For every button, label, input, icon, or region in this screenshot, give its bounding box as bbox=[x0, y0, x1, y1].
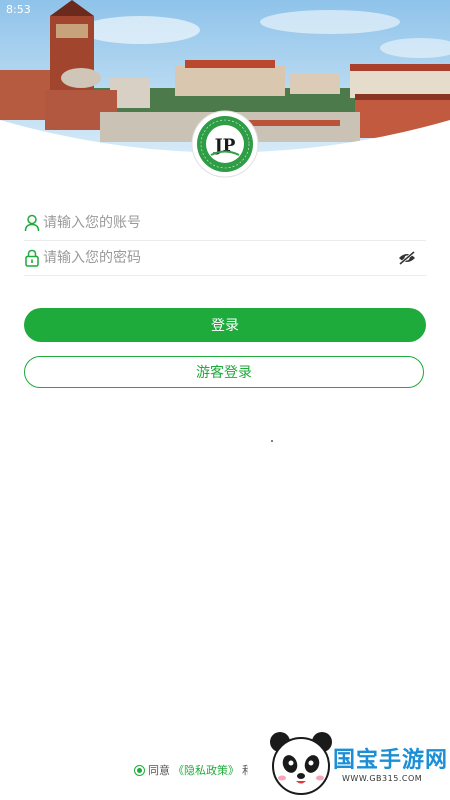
agree-prefix: 同意 bbox=[148, 764, 170, 777]
username-field bbox=[24, 206, 426, 241]
user-icon bbox=[24, 214, 40, 232]
panda-icon bbox=[270, 732, 332, 795]
login-button[interactable]: 登录 bbox=[24, 308, 426, 342]
agree-radio[interactable] bbox=[134, 764, 145, 776]
agreement-row: 同意 《隐私政策》 和 bbox=[134, 762, 253, 778]
watermark-subtitle: WWW.GB315.COM bbox=[342, 774, 423, 783]
password-field bbox=[24, 241, 426, 276]
eye-off-icon[interactable] bbox=[398, 250, 416, 266]
privacy-policy-link[interactable]: 《隐私政策》 bbox=[173, 762, 239, 778]
lock-icon bbox=[24, 249, 40, 267]
guest-login-button[interactable]: 游客登录 bbox=[24, 356, 424, 388]
watermark-title: 国宝手游网 bbox=[333, 748, 449, 773]
school-logo: JP bbox=[191, 110, 259, 178]
status-time: 8:53 bbox=[6, 3, 31, 16]
decorative-dot bbox=[271, 440, 273, 442]
site-watermark: 国宝手游网 WWW.GB315.COM bbox=[248, 722, 450, 800]
password-input[interactable] bbox=[43, 241, 383, 275]
username-input[interactable] bbox=[43, 206, 383, 240]
